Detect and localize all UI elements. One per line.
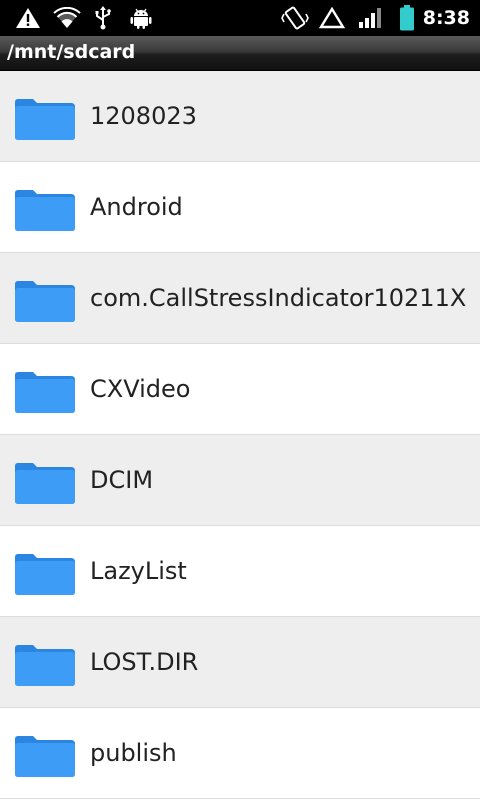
folder-item-com-callstressindicator[interactable]: com.CallStressIndicator10211X bbox=[0, 253, 480, 344]
folder-icon bbox=[15, 463, 75, 504]
folder-name: com.CallStressIndicator10211X bbox=[90, 284, 467, 312]
folder-icon bbox=[15, 554, 75, 595]
folder-item-cxvideo[interactable]: CXVideo bbox=[0, 344, 480, 435]
wifi-icon bbox=[52, 0, 82, 36]
android-debug-icon bbox=[128, 0, 154, 36]
folder-name: LOST.DIR bbox=[90, 648, 199, 676]
status-bar: 8:38 bbox=[0, 0, 480, 36]
alert-triangle-icon bbox=[318, 0, 346, 36]
folder-name: CXVideo bbox=[90, 375, 191, 403]
vibrate-icon bbox=[280, 0, 310, 36]
folder-icon bbox=[15, 372, 75, 413]
folder-icon bbox=[15, 645, 75, 686]
warning-icon bbox=[14, 0, 42, 36]
file-list: 1208023 Android com.CallStressIndicator1… bbox=[0, 71, 480, 800]
folder-item-dcim[interactable]: DCIM bbox=[0, 435, 480, 526]
folder-item-publish[interactable]: publish bbox=[0, 708, 480, 799]
folder-item-lazylist[interactable]: LazyList bbox=[0, 526, 480, 617]
folder-name: Android bbox=[90, 193, 183, 221]
folder-icon bbox=[15, 99, 75, 140]
folder-icon bbox=[15, 190, 75, 231]
folder-item-lost-dir[interactable]: LOST.DIR bbox=[0, 617, 480, 708]
folder-item-android[interactable]: Android bbox=[0, 162, 480, 253]
folder-name: LazyList bbox=[90, 557, 187, 585]
folder-item-1208023[interactable]: 1208023 bbox=[0, 71, 480, 162]
usb-icon bbox=[92, 0, 114, 36]
path-title: /mnt/sdcard bbox=[7, 41, 136, 63]
title-bar: /mnt/sdcard bbox=[0, 36, 480, 71]
signal-icon bbox=[356, 0, 384, 36]
folder-name: publish bbox=[90, 739, 177, 767]
battery-icon bbox=[396, 0, 418, 36]
status-time: 8:38 bbox=[422, 7, 470, 29]
folder-name: DCIM bbox=[90, 466, 154, 494]
folder-icon bbox=[15, 736, 75, 777]
folder-icon bbox=[15, 281, 75, 322]
folder-name: 1208023 bbox=[90, 102, 197, 130]
